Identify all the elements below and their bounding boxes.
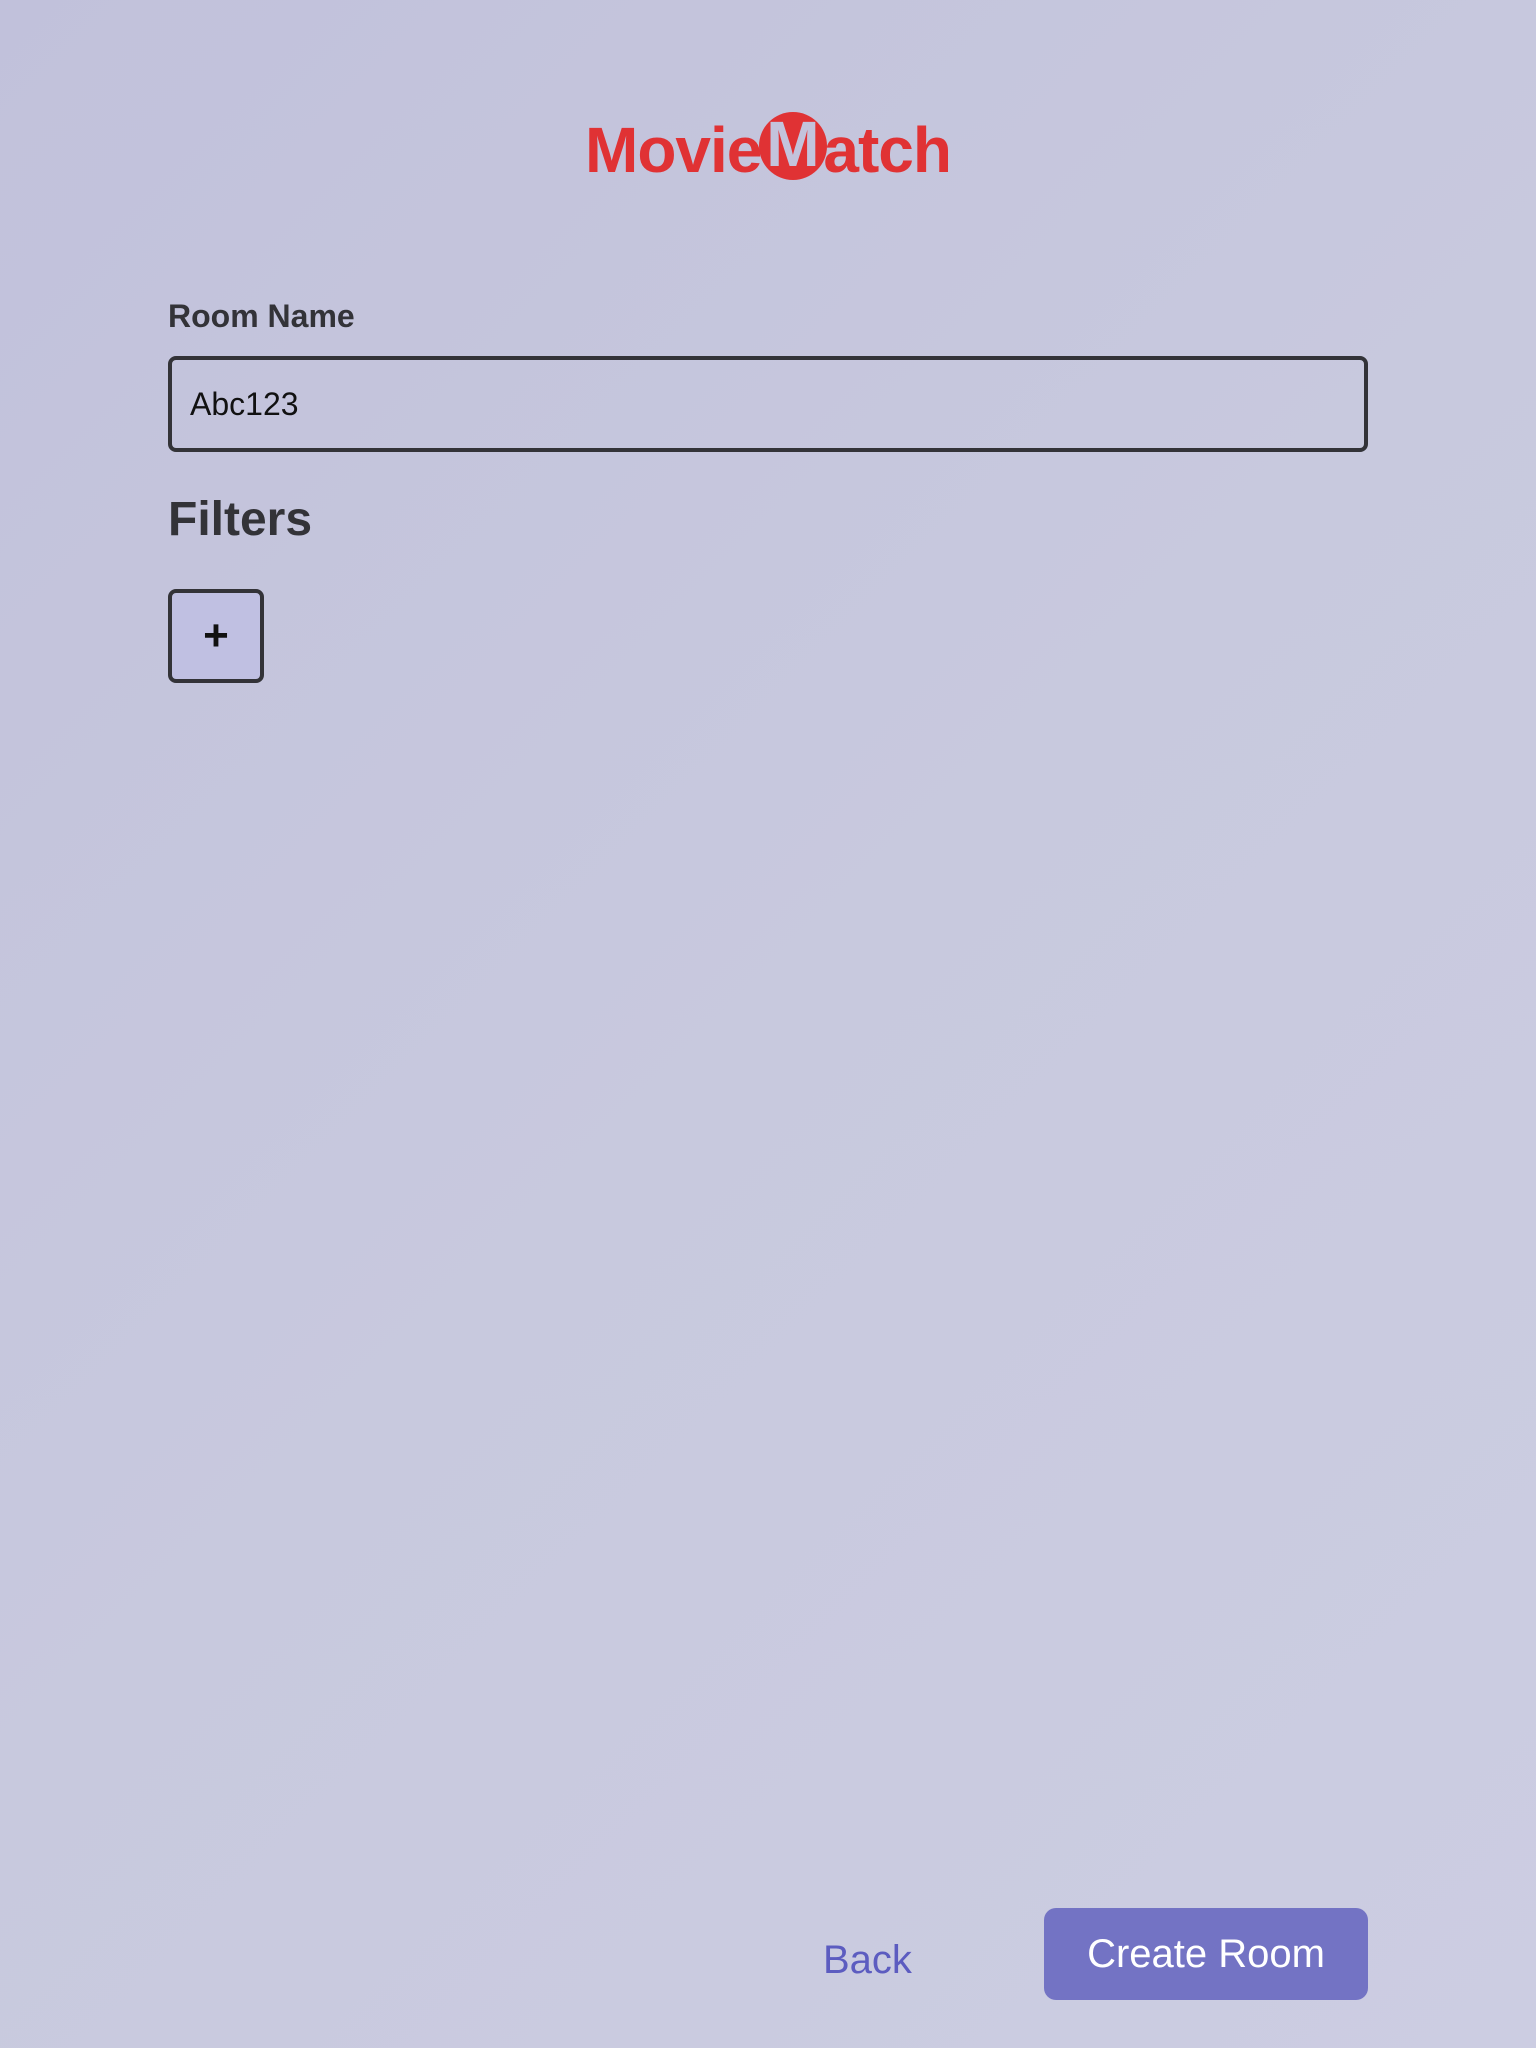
add-filter-button[interactable]: + — [168, 589, 264, 683]
back-link[interactable]: Back — [823, 1938, 912, 1983]
logo-circle-letter: M — [766, 108, 819, 180]
logo-text-atch: atch — [823, 114, 952, 186]
plus-icon: + — [203, 611, 229, 660]
logo-circle-m: M — [759, 112, 828, 182]
create-room-button[interactable]: Create Room — [1044, 1908, 1368, 2000]
room-name-input[interactable] — [168, 356, 1368, 452]
moviematch-logo: Movie M atch — [0, 112, 1536, 186]
filters-heading: Filters — [168, 493, 313, 546]
room-name-label: Room Name — [168, 298, 355, 334]
logo-text-movie: Movie — [585, 114, 762, 186]
